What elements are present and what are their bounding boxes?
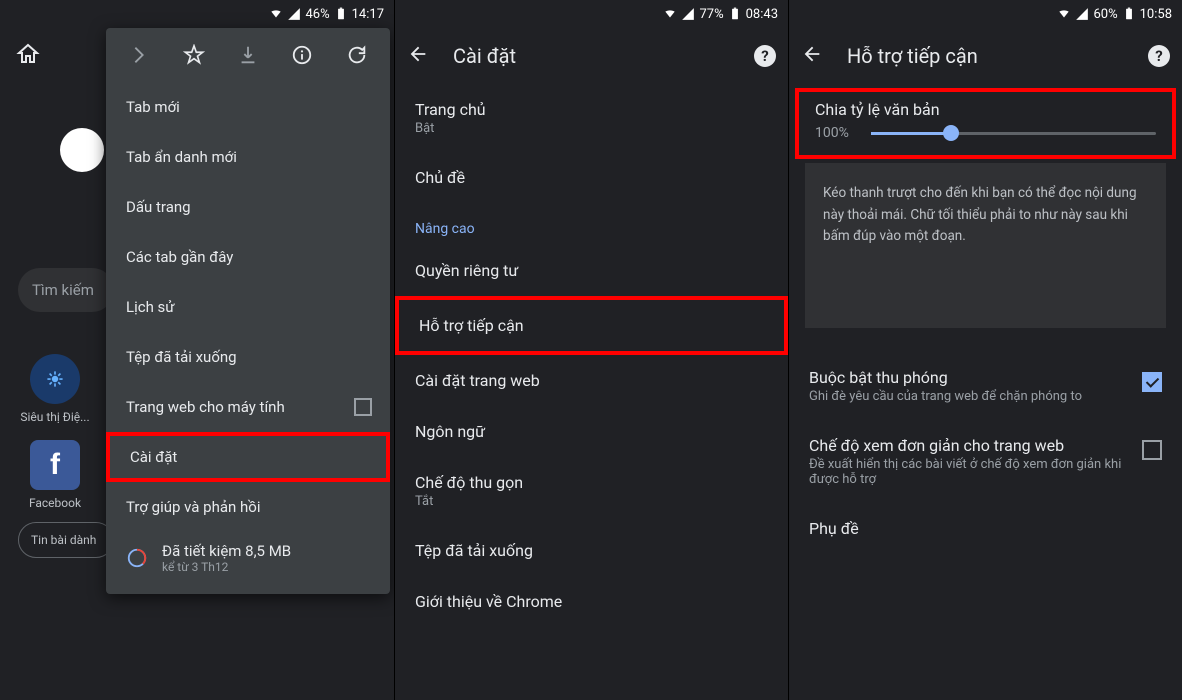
item-site-settings[interactable]: Cài đặt trang web — [395, 355, 788, 406]
force-zoom-checkbox[interactable] — [1142, 372, 1162, 392]
menu-recent-tabs[interactable]: Các tab gần đây — [106, 232, 390, 282]
battery-percent: 77% — [699, 7, 723, 22]
signal-icon — [681, 7, 695, 21]
status-bar: 77% 08:43 — [395, 0, 788, 28]
back-button[interactable] — [801, 43, 823, 69]
help-icon[interactable]: ? — [1148, 45, 1170, 67]
download-icon[interactable] — [226, 33, 270, 77]
preview-text-card: Kéo thanh trượt cho đến khi bạn có thể đ… — [805, 163, 1166, 328]
text-scaling-slider[interactable] — [871, 132, 1156, 135]
clock: 10:58 — [1140, 7, 1172, 22]
info-icon[interactable] — [280, 33, 324, 77]
data-saver-icon — [126, 547, 148, 569]
item-lite-mode[interactable]: Chế độ thu gọn Tắt — [395, 457, 788, 525]
option-force-zoom[interactable]: Buộc bật thu phóng Ghi đè yêu cầu của tr… — [789, 352, 1182, 420]
news-chip[interactable]: Tin bài dành — [18, 522, 114, 558]
forward-icon[interactable] — [117, 33, 161, 77]
menu-downloads[interactable]: Tệp đã tải xuống — [106, 332, 390, 382]
menu-desktop-site[interactable]: Trang web cho máy tính — [106, 382, 390, 432]
shortcut-1-icon[interactable] — [30, 354, 80, 404]
battery-icon — [728, 7, 742, 21]
item-downloads[interactable]: Tệp đã tải xuống — [395, 525, 788, 576]
menu-new-tab[interactable]: Tab mới — [106, 82, 390, 132]
text-scaling[interactable]: Chia tỷ lệ văn bản 100% — [799, 92, 1172, 155]
wifi-icon — [663, 7, 677, 21]
page-title: Cài đặt — [453, 44, 730, 68]
clock: 14:17 — [352, 7, 384, 22]
shortcut-2-icon[interactable]: f — [30, 440, 80, 490]
section-advanced: Nâng cao — [395, 203, 788, 245]
header: Cài đặt ? — [395, 28, 788, 84]
shortcut-2-label: Facebook — [10, 496, 100, 510]
simplified-view-checkbox[interactable] — [1142, 440, 1162, 460]
menu-help[interactable]: Trợ giúp và phản hồi — [106, 482, 390, 532]
google-logo — [60, 128, 104, 172]
menu-bookmarks[interactable]: Dấu trang — [106, 182, 390, 232]
wifi-icon — [1057, 7, 1071, 21]
item-language[interactable]: Ngôn ngữ — [395, 406, 788, 457]
battery-icon — [334, 7, 348, 21]
slider-thumb[interactable] — [943, 125, 959, 141]
menu-incognito[interactable]: Tab ẩn danh mới — [106, 132, 390, 182]
clock: 08:43 — [746, 7, 778, 22]
desktop-site-checkbox[interactable] — [354, 398, 372, 416]
item-about[interactable]: Giới thiệu về Chrome — [395, 576, 788, 627]
screen-chrome-home: 46% 14:17 Tìm kiếm Siêu thị Điệ... f Fac… — [0, 0, 394, 700]
page-title: Hỗ trợ tiếp cận — [847, 44, 1124, 68]
screen-settings: 77% 08:43 Cài đặt ? Trang chủ Bật Chủ đề… — [394, 0, 788, 700]
battery-percent: 60% — [1093, 7, 1117, 22]
item-privacy[interactable]: Quyền riêng tư — [395, 245, 788, 296]
screen-accessibility: 60% 10:58 Hỗ trợ tiếp cận ? Chia tỷ lệ v… — [788, 0, 1182, 700]
search-input[interactable]: Tìm kiếm — [18, 268, 114, 312]
menu-history[interactable]: Lịch sử — [106, 282, 390, 332]
home-background: Tìm kiếm Siêu thị Điệ... f Facebook Tin … — [0, 28, 110, 700]
overflow-menu: Tab mới Tab ẩn danh mới Dấu trang Các ta… — [106, 28, 390, 594]
bookmark-star-icon[interactable] — [172, 33, 216, 77]
shortcut-1-label: Siêu thị Điệ... — [10, 410, 100, 424]
signal-icon — [287, 7, 301, 21]
header: Hỗ trợ tiếp cận ? — [789, 28, 1182, 84]
wifi-icon — [269, 7, 283, 21]
status-bar: 60% 10:58 — [789, 0, 1182, 28]
option-captions[interactable]: Phụ đề — [789, 503, 1182, 554]
battery-percent: 46% — [305, 7, 329, 22]
option-simplified-view[interactable]: Chế độ xem đơn giản cho trang web Đề xuấ… — [789, 420, 1182, 503]
item-homepage[interactable]: Trang chủ Bật — [395, 84, 788, 152]
help-icon[interactable]: ? — [754, 45, 776, 67]
slider-value: 100% — [815, 125, 861, 141]
battery-icon — [1122, 7, 1136, 21]
status-bar: 46% 14:17 — [0, 0, 394, 28]
text-scaling-highlight: Chia tỷ lệ văn bản 100% — [795, 88, 1176, 159]
back-button[interactable] — [407, 43, 429, 69]
menu-data-saver[interactable]: Đã tiết kiệm 8,5 MB kể từ 3 Th12 — [106, 532, 390, 584]
reload-icon[interactable] — [335, 33, 379, 77]
item-theme[interactable]: Chủ đề — [395, 152, 788, 203]
item-accessibility[interactable]: Hỗ trợ tiếp cận — [395, 296, 788, 355]
menu-settings[interactable]: Cài đặt — [106, 432, 390, 482]
menu-icon-row — [106, 28, 390, 82]
signal-icon — [1075, 7, 1089, 21]
